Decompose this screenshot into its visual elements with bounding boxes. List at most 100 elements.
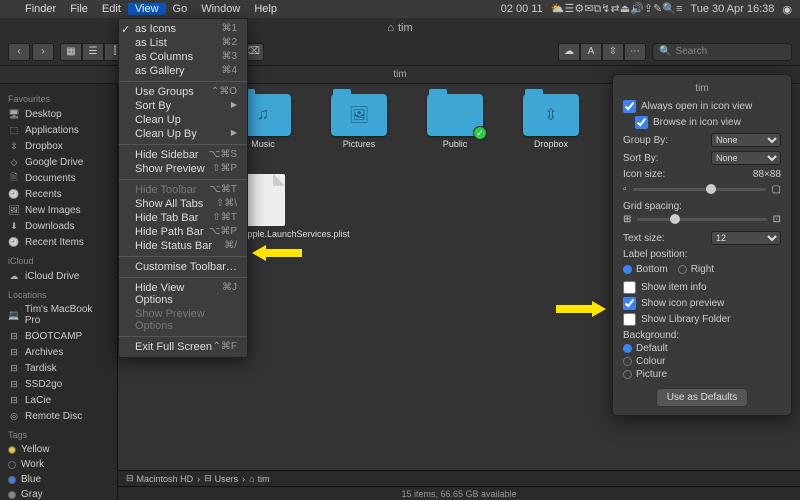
browse-checkbox[interactable]: Browse in icon view bbox=[635, 116, 781, 129]
sidebar-item[interactable]: 🕘Recent Items bbox=[0, 234, 117, 250]
view-mode-0[interactable]: ▦ bbox=[60, 43, 82, 61]
menu-edit[interactable]: Edit bbox=[95, 3, 128, 15]
bg-default[interactable]: Default bbox=[623, 343, 781, 354]
group-by-select[interactable]: None bbox=[711, 133, 781, 147]
show-item-info-checkbox[interactable]: Show item info bbox=[623, 281, 781, 294]
sidebar-item[interactable]: ⊟BOOTCAMP bbox=[0, 328, 117, 344]
menu-item[interactable]: Clean Up bbox=[119, 113, 247, 127]
status-icon[interactable]: 🔍 bbox=[662, 3, 676, 15]
sidebar-item[interactable]: Blue bbox=[0, 472, 117, 487]
use-as-defaults-button[interactable]: Use as Defaults bbox=[656, 388, 749, 407]
finder-sidebar[interactable]: Favourites🖥Desktop⬚Applications⇳Dropbox◇… bbox=[0, 84, 118, 500]
menu-help[interactable]: Help bbox=[247, 3, 284, 15]
siri-icon[interactable]: ◉ bbox=[782, 3, 792, 16]
status-icon[interactable]: ≡ bbox=[676, 3, 682, 15]
menu-item[interactable]: Show Preview⇧⌘P bbox=[119, 162, 247, 176]
view-mode-1[interactable]: ☰ bbox=[82, 43, 104, 61]
path-segment[interactable]: ⌂tim bbox=[249, 474, 269, 484]
bg-picture[interactable]: Picture bbox=[623, 369, 781, 380]
status-icon[interactable]: ⚙ bbox=[574, 3, 584, 15]
menu-item[interactable]: Hide Status Bar⌘/ bbox=[119, 239, 247, 253]
back-button[interactable]: ‹ bbox=[8, 43, 30, 61]
sidebar-item[interactable]: ⬇Downloads bbox=[0, 218, 117, 234]
sort-by-select[interactable]: None bbox=[711, 151, 781, 165]
search-input[interactable]: 🔍 Search bbox=[652, 43, 792, 61]
status-icon[interactable]: ☰ bbox=[564, 3, 574, 15]
view-menu-dropdown[interactable]: as Icons⌘1as List⌘2as Columns⌘3as Galler… bbox=[118, 18, 248, 358]
sidebar-icon: ⊟ bbox=[8, 330, 20, 342]
path-segment[interactable]: ⊟Users bbox=[204, 473, 238, 484]
view-options-panel[interactable]: tim Always open in icon view Browse in i… bbox=[612, 74, 792, 416]
show-icon-preview-checkbox[interactable]: Show icon preview bbox=[623, 297, 781, 310]
menu-item[interactable]: Sort By bbox=[119, 99, 247, 113]
sidebar-item[interactable]: ◇Google Drive bbox=[0, 154, 117, 170]
always-open-checkbox[interactable]: Always open in icon view bbox=[623, 100, 781, 113]
tab-label[interactable]: tim bbox=[393, 69, 406, 80]
sidebar-label: Applications bbox=[25, 125, 79, 136]
menu-window[interactable]: Window bbox=[194, 3, 247, 15]
label-pos-bottom[interactable]: Bottom bbox=[623, 264, 668, 275]
sidebar-item[interactable]: Work bbox=[0, 457, 117, 472]
toolbar-app-icons[interactable]: ☁A⇳⋯ bbox=[558, 43, 646, 61]
menu-item[interactable]: as Gallery⌘4 bbox=[119, 64, 247, 78]
sidebar-item[interactable]: ◎Remote Disc bbox=[0, 408, 117, 424]
toolbar-app-1[interactable]: A bbox=[580, 43, 602, 61]
sidebar-item[interactable]: ⊟LaCie bbox=[0, 392, 117, 408]
menu-file[interactable]: File bbox=[63, 3, 95, 15]
path-segment[interactable]: ⊟Macintosh HD bbox=[126, 473, 193, 484]
file-item[interactable]: ✓Public bbox=[420, 94, 490, 160]
sidebar-item[interactable]: ⊟Archives bbox=[0, 344, 117, 360]
menu-item[interactable]: Hide Sidebar⌥⌘S bbox=[119, 148, 247, 162]
menu-go[interactable]: Go bbox=[166, 3, 195, 15]
sidebar-item[interactable]: ⊟SSD2go bbox=[0, 376, 117, 392]
forward-button[interactable]: › bbox=[32, 43, 54, 61]
status-icon[interactable]: ⛅ bbox=[551, 3, 565, 15]
menu-item[interactable]: as Columns⌘3 bbox=[119, 50, 247, 64]
sidebar-icon: 🖥 bbox=[8, 108, 20, 120]
menu-item[interactable]: Clean Up By bbox=[119, 127, 247, 141]
menu-view[interactable]: View bbox=[128, 3, 166, 15]
status-icon[interactable]: ✎ bbox=[653, 3, 662, 15]
sidebar-item[interactable]: 🖹Documents bbox=[0, 170, 117, 186]
sidebar-item[interactable]: 🕘Recents bbox=[0, 186, 117, 202]
status-icon[interactable]: ⇄ bbox=[611, 3, 620, 15]
menu-item[interactable]: Exit Full Screen⌃⌘F bbox=[119, 340, 247, 354]
sidebar-item[interactable]: 🖥Desktop bbox=[0, 106, 117, 122]
file-label: Music bbox=[251, 140, 275, 150]
menu-item[interactable]: Use Groups⌃⌘O bbox=[119, 85, 247, 99]
file-item[interactable]: ⇳Dropbox bbox=[516, 94, 586, 160]
file-item[interactable]: 🖼Pictures bbox=[324, 94, 394, 160]
toolbar-app-3[interactable]: ⋯ bbox=[624, 43, 646, 61]
grid-spacing-slider[interactable]: ⊞⊡ bbox=[623, 214, 781, 225]
sidebar-item[interactable]: Yellow bbox=[0, 442, 117, 457]
show-library-checkbox[interactable]: Show Library Folder bbox=[623, 313, 781, 326]
sidebar-item[interactable]: ⬚Applications bbox=[0, 122, 117, 138]
menu-item[interactable]: Hide Path Bar⌥⌘P bbox=[119, 225, 247, 239]
status-icon[interactable]: ⇪ bbox=[644, 3, 653, 15]
status-icon[interactable]: ↯ bbox=[601, 3, 610, 15]
text-size-select[interactable]: 12 bbox=[711, 231, 781, 245]
menu-item[interactable]: as Icons⌘1 bbox=[119, 22, 247, 36]
menu-item[interactable]: Hide Tab Bar⇧⌘T bbox=[119, 211, 247, 225]
sidebar-item[interactable]: 🖼New Images bbox=[0, 202, 117, 218]
toolbar-app-2[interactable]: ⇳ bbox=[602, 43, 624, 61]
icon-size-slider[interactable]: ▫▢ bbox=[623, 184, 781, 195]
status-icon[interactable]: 🔊 bbox=[630, 3, 644, 15]
status-icon[interactable]: ⏏ bbox=[620, 3, 630, 15]
bg-colour[interactable]: Colour bbox=[623, 356, 781, 367]
menu-finder[interactable]: Finder bbox=[18, 3, 63, 15]
large-icon: ▢ bbox=[772, 184, 781, 195]
path-bar[interactable]: ⊟Macintosh HD›⊟Users›⌂tim bbox=[118, 470, 800, 486]
label-pos-right[interactable]: Right bbox=[678, 264, 714, 275]
sidebar-item[interactable]: ☁iCloud Drive bbox=[0, 268, 117, 284]
sidebar-icon: ⇳ bbox=[8, 140, 20, 152]
menu-item[interactable]: Customise Toolbar… bbox=[119, 260, 247, 274]
sidebar-item[interactable]: ⇳Dropbox bbox=[0, 138, 117, 154]
sidebar-item[interactable]: Gray bbox=[0, 487, 117, 500]
menu-item[interactable]: Show All Tabs⇧⌘\ bbox=[119, 197, 247, 211]
sidebar-item[interactable]: 💻Tim's MacBook Pro bbox=[0, 302, 117, 328]
sidebar-item[interactable]: ⊟Tardisk bbox=[0, 360, 117, 376]
menu-item[interactable]: as List⌘2 bbox=[119, 36, 247, 50]
toolbar-app-0[interactable]: ☁ bbox=[558, 43, 580, 61]
menu-item[interactable]: Hide View Options⌘J bbox=[119, 281, 247, 307]
